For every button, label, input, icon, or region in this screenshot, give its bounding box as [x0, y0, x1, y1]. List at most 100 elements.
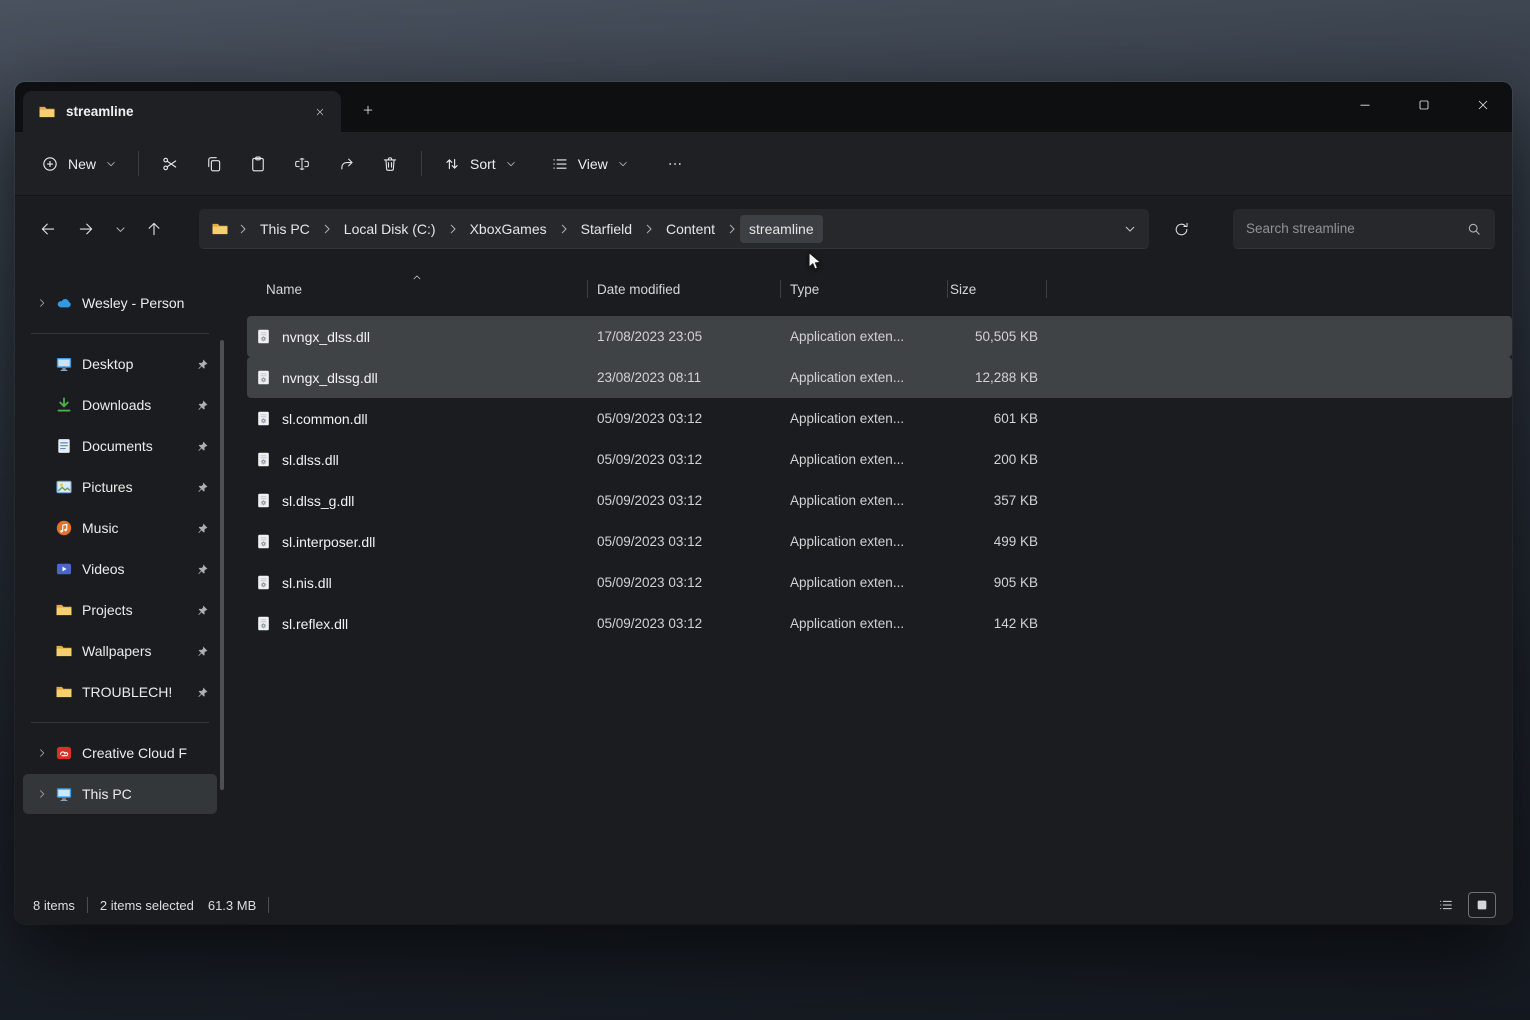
file-type: Application exten...: [780, 452, 947, 467]
rename-button[interactable]: [282, 145, 322, 183]
file-row-sl-common-dll[interactable]: sl.common.dll 05/09/2023 03:12 Applicati…: [247, 398, 1512, 439]
sidebar-item-creative-cloud[interactable]: Creative Cloud F: [23, 733, 217, 773]
window-body: Wesley - Person Desktop Downloads Docume…: [15, 262, 1512, 886]
breadcrumb-item-xboxgames[interactable]: XboxGames: [461, 215, 556, 243]
up-button[interactable]: [135, 211, 173, 247]
sidebar-item-downloads[interactable]: Downloads: [23, 385, 217, 425]
details-view-icon: [1438, 897, 1454, 913]
sort-button[interactable]: Sort: [431, 145, 529, 183]
column-header-size[interactable]: Size: [947, 272, 1047, 306]
sidebar-item-label: Projects: [82, 602, 190, 618]
desktop-background: { "window": { "tab_title": "streamline" …: [0, 0, 1530, 1020]
chevron-down-icon: [617, 158, 629, 170]
breadcrumb-chevron-icon: [236, 222, 250, 236]
breadcrumb-item-streamline[interactable]: streamline: [740, 215, 823, 243]
maximize-button[interactable]: [1394, 82, 1453, 127]
breadcrumb-item-content[interactable]: Content: [657, 215, 724, 243]
paste-button[interactable]: [238, 145, 278, 183]
file-list-area: Name Date modified Type Size nvngx_dlss.…: [225, 262, 1512, 886]
address-bar[interactable]: This PC Local Disk (C:) XboxGames Starfi…: [199, 209, 1149, 249]
documents-icon: [55, 437, 73, 455]
new-tab-button[interactable]: [351, 93, 385, 127]
large-icons-view-button[interactable]: [1468, 892, 1496, 918]
file-type: Application exten...: [780, 493, 947, 508]
file-name: nvngx_dlssg.dll: [282, 370, 378, 386]
column-header-name[interactable]: Name: [247, 272, 587, 306]
sort-ascending-icon: [412, 272, 423, 283]
copy-button[interactable]: [194, 145, 234, 183]
close-window-button[interactable]: [1453, 82, 1512, 127]
sidebar-item-desktop[interactable]: Desktop: [23, 344, 217, 384]
delete-button[interactable]: [370, 145, 410, 183]
file-type: Application exten...: [780, 616, 947, 631]
sidebar-item-label: Videos: [82, 561, 190, 577]
dll-file-icon: [255, 492, 272, 509]
sidebar-item-videos[interactable]: Videos: [23, 549, 217, 589]
status-bar: 8 items 2 items selected 61.3 MB: [15, 886, 1512, 924]
trash-icon: [381, 155, 399, 173]
column-header-date-modified[interactable]: Date modified: [587, 272, 780, 306]
file-row-nvngx-dlss-dll[interactable]: nvngx_dlss.dll 17/08/2023 23:05 Applicat…: [247, 316, 1512, 357]
explorer-tab[interactable]: streamline: [23, 91, 341, 132]
sidebar-pinned-list: Desktop Downloads Documents Pictures Mus…: [15, 344, 225, 712]
sidebar-scrollbar[interactable]: [220, 340, 224, 790]
sidebar-item-documents[interactable]: Documents: [23, 426, 217, 466]
sidebar-item-pictures[interactable]: Pictures: [23, 467, 217, 507]
file-row-sl-reflex-dll[interactable]: sl.reflex.dll 05/09/2023 03:12 Applicati…: [247, 603, 1512, 644]
share-button[interactable]: [326, 145, 366, 183]
sidebar-item-onedrive[interactable]: Wesley - Person: [23, 283, 217, 323]
downloads-icon: [55, 396, 73, 414]
breadcrumb-item-this-pc[interactable]: This PC: [251, 215, 319, 243]
file-row-sl-dlss-dll[interactable]: sl.dlss.dll 05/09/2023 03:12 Application…: [247, 439, 1512, 480]
sidebar-item-projects[interactable]: Projects: [23, 590, 217, 630]
file-row-sl-nis-dll[interactable]: sl.nis.dll 05/09/2023 03:12 Application …: [247, 562, 1512, 603]
sidebar-item-troublech[interactable]: TROUBLECH!: [23, 672, 217, 712]
details-view-button[interactable]: [1432, 892, 1460, 918]
dll-file-icon: [255, 615, 272, 632]
breadcrumb-chevron-icon: [557, 222, 571, 236]
new-button[interactable]: New: [29, 145, 129, 183]
sidebar-item-label: Music: [82, 520, 190, 536]
breadcrumb-chevron-icon: [320, 222, 334, 236]
file-size: 50,505 KB: [947, 329, 1047, 344]
file-row-nvngx-dlssg-dll[interactable]: nvngx_dlssg.dll 23/08/2023 08:11 Applica…: [247, 357, 1512, 398]
file-row-sl-interposer-dll[interactable]: sl.interposer.dll 05/09/2023 03:12 Appli…: [247, 521, 1512, 562]
plus-icon: [361, 103, 375, 117]
minimize-button[interactable]: [1335, 82, 1394, 127]
sidebar-item-label: Wesley - Person: [82, 295, 209, 311]
file-type: Application exten...: [780, 575, 947, 590]
column-headers: Name Date modified Type Size: [247, 272, 1512, 306]
close-icon: [314, 106, 326, 118]
sort-icon: [443, 155, 461, 173]
cut-button[interactable]: [150, 145, 190, 183]
refresh-button[interactable]: [1163, 211, 1199, 247]
creative-cloud-icon: [55, 744, 73, 762]
breadcrumb-chevron-icon: [725, 222, 739, 236]
breadcrumb-item-starfield[interactable]: Starfield: [572, 215, 641, 243]
sidebar-item-wallpapers[interactable]: Wallpapers: [23, 631, 217, 671]
recent-locations-button[interactable]: [105, 211, 135, 247]
folder-icon: [55, 683, 73, 701]
folder-icon: [211, 220, 229, 238]
address-dropdown-icon[interactable]: [1123, 222, 1137, 236]
sidebar-item-label: Wallpapers: [82, 643, 190, 659]
tab-close-button[interactable]: [307, 99, 333, 125]
back-button[interactable]: [29, 211, 67, 247]
breadcrumb-chevron-icon: [446, 222, 460, 236]
view-button[interactable]: View: [539, 145, 641, 183]
pin-icon: [196, 563, 209, 576]
forward-button[interactable]: [67, 211, 105, 247]
breadcrumb-item-local-disk-c[interactable]: Local Disk (C:): [335, 215, 445, 243]
column-header-type[interactable]: Type: [780, 272, 947, 306]
pin-icon: [196, 358, 209, 371]
folder-icon: [38, 103, 56, 121]
search-icon[interactable]: [1466, 221, 1482, 237]
search-input[interactable]: [1246, 221, 1458, 236]
file-row-sl-dlss-g-dll[interactable]: sl.dlss_g.dll 05/09/2023 03:12 Applicati…: [247, 480, 1512, 521]
file-name: nvngx_dlss.dll: [282, 329, 370, 345]
see-more-button[interactable]: [655, 145, 695, 183]
sidebar-item-music[interactable]: Music: [23, 508, 217, 548]
sidebar-item-this-pc[interactable]: This PC: [23, 774, 217, 814]
pin-icon: [196, 645, 209, 658]
dll-file-icon: [255, 369, 272, 386]
